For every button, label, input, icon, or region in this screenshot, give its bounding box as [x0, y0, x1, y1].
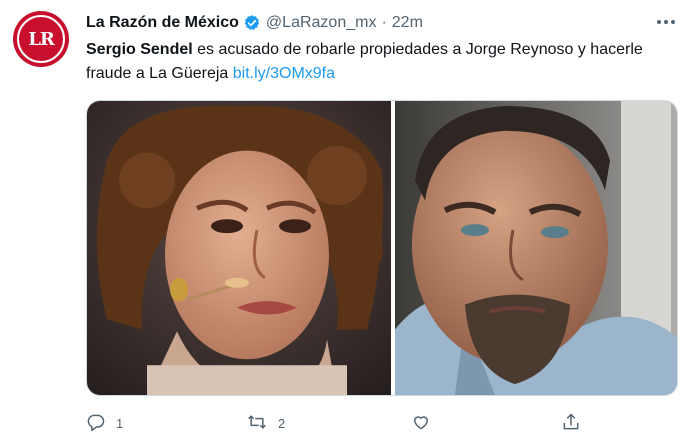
reply-button[interactable]: 1 [86, 408, 123, 438]
tweet[interactable]: LR La Razón de México @LaRazon_mx · 22m … [0, 0, 700, 443]
verified-badge-icon [243, 14, 261, 32]
share-icon [561, 412, 581, 435]
photo-man[interactable] [395, 101, 677, 395]
like-icon [411, 412, 431, 435]
tweet-actions: 1 2 [86, 408, 676, 438]
timestamp[interactable]: 22m [392, 14, 423, 32]
retweet-button[interactable]: 2 [246, 408, 285, 438]
tweet-text: Sergio Sendel es acusado de robarle prop… [86, 38, 676, 86]
tweet-link[interactable]: bit.ly/3OMx9fa [233, 65, 335, 82]
author-handle[interactable]: @LaRazon_mx [266, 14, 377, 32]
avatar-ring: LR [17, 15, 65, 63]
retweet-icon [246, 412, 268, 435]
share-button[interactable] [561, 408, 581, 438]
avatar[interactable]: LR [13, 11, 69, 67]
separator-dot: · [381, 14, 387, 31]
retweet-count: 2 [278, 415, 286, 431]
avatar-logo-text: LR [28, 28, 55, 50]
more-horizontal-icon[interactable] [654, 12, 678, 32]
tweet-media[interactable] [86, 100, 678, 396]
tweet-text-bold: Sergio Sendel [86, 41, 193, 58]
reply-icon [86, 412, 106, 435]
reply-count: 1 [116, 415, 124, 431]
photo-woman[interactable] [87, 101, 391, 395]
tweet-header: La Razón de México @LaRazon_mx · 22m [86, 12, 423, 34]
author-name[interactable]: La Razón de México [86, 14, 239, 32]
like-button[interactable] [411, 408, 431, 438]
